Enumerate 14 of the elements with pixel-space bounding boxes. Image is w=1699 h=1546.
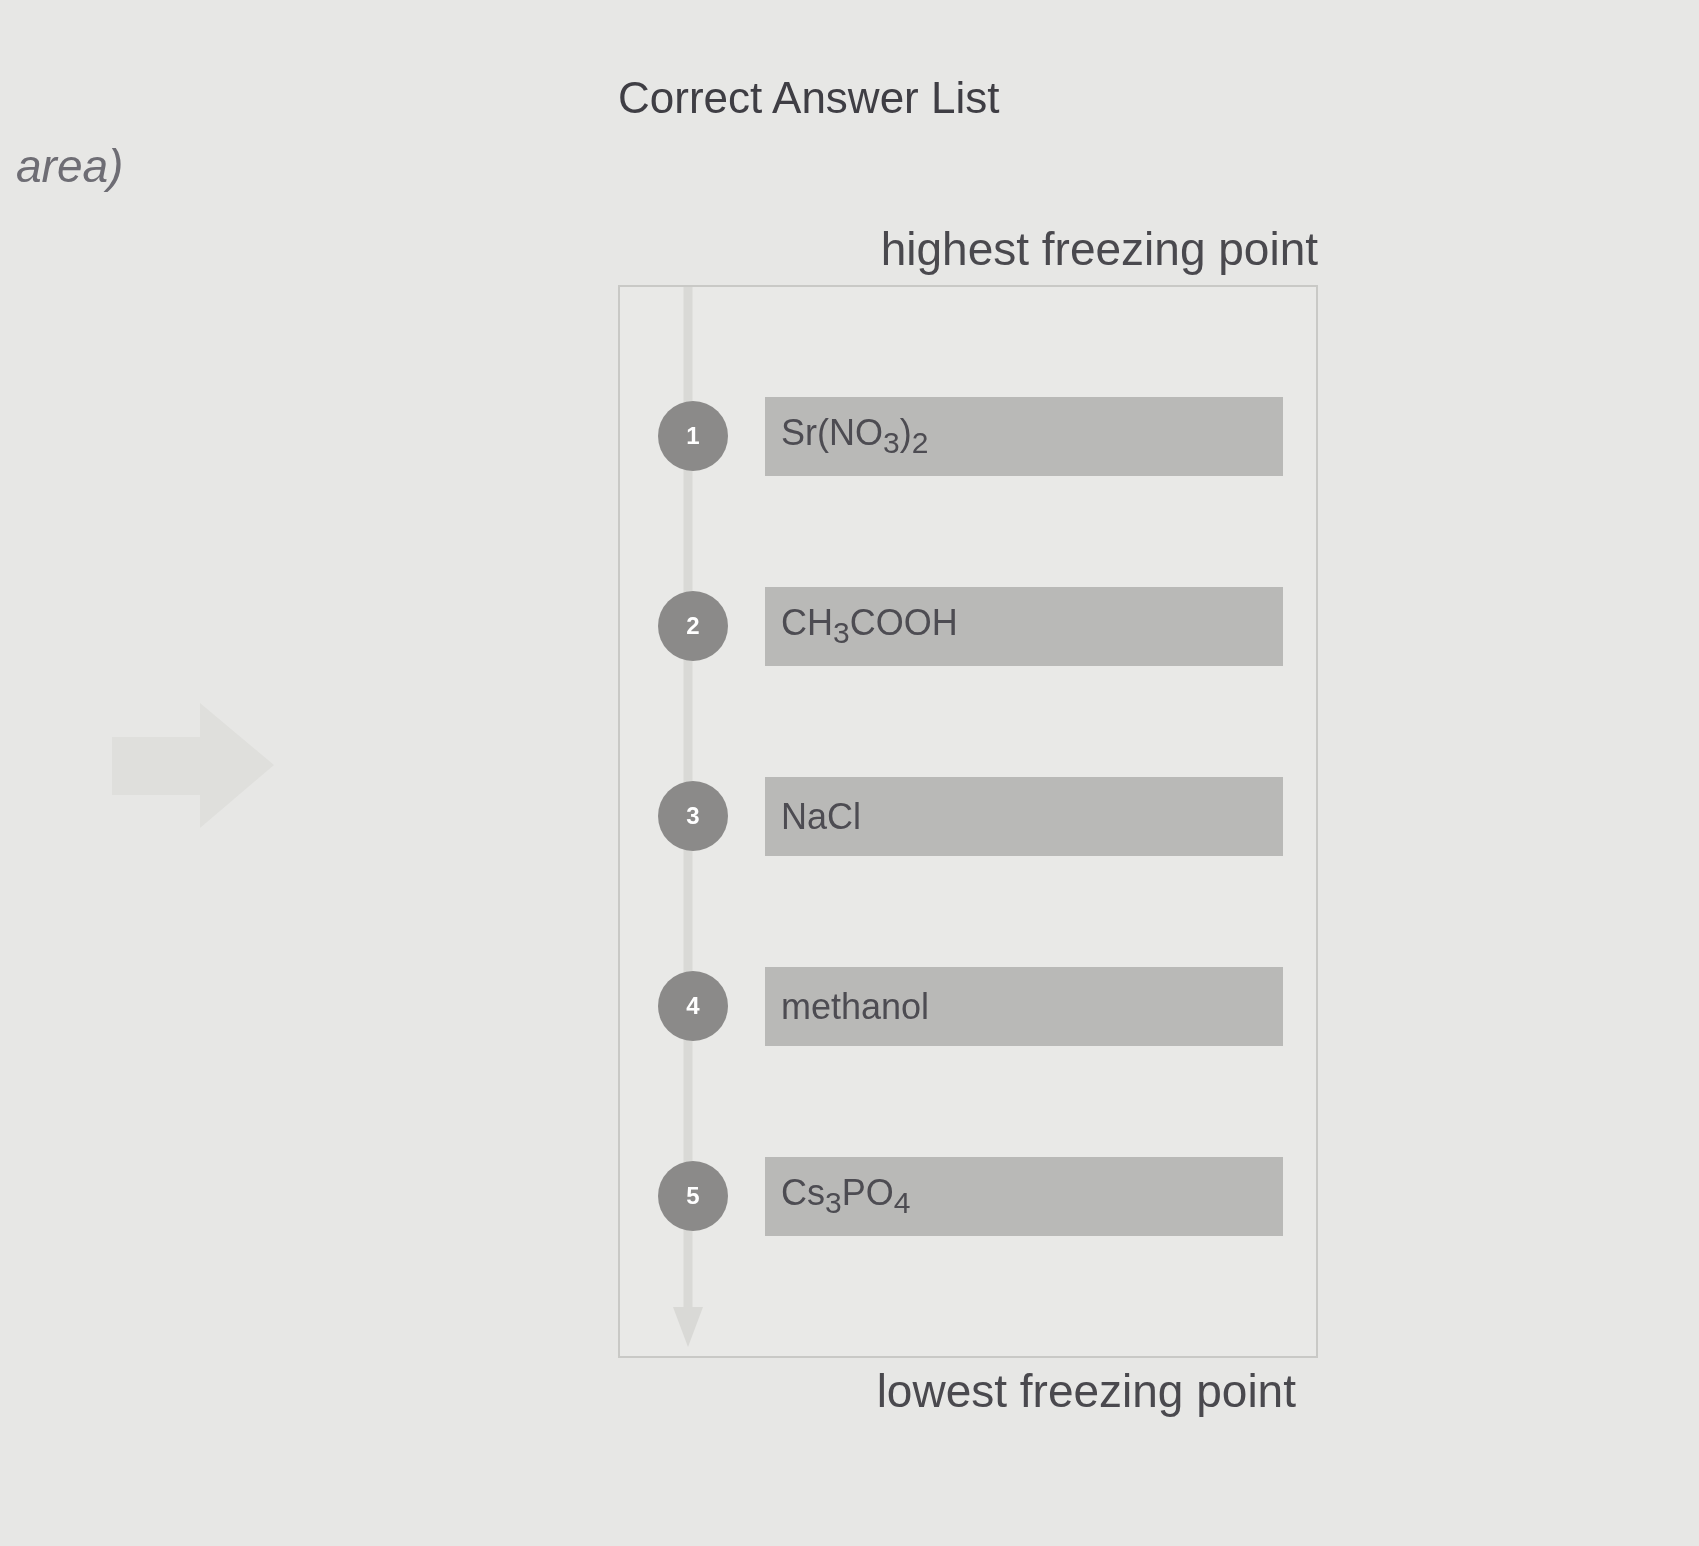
bottom-scale-label: lowest freezing point [876,1364,1296,1419]
rank-number: 4 [658,971,728,1042]
rank-number: 5 [658,1161,728,1232]
rank-number: 1 [658,401,728,472]
answer-item[interactable]: Sr(NO$_{3}$)$_{2}$ [765,397,1283,476]
answer-item[interactable]: Cs$_{3}$PO$_{4}$ [765,1157,1283,1236]
rank-number: 2 [658,591,728,662]
top-scale-label: highest freezing point [880,221,1318,277]
answer-item[interactable]: methanol [765,967,1283,1046]
page-title: Correct Answer List [618,72,1000,124]
answer-item[interactable]: NaCl [765,777,1283,856]
rank-number: 3 [658,781,728,852]
answer-item[interactable]: CH$_{3}$COOH [765,587,1283,666]
cut-off-heading-text: area) [16,140,124,193]
